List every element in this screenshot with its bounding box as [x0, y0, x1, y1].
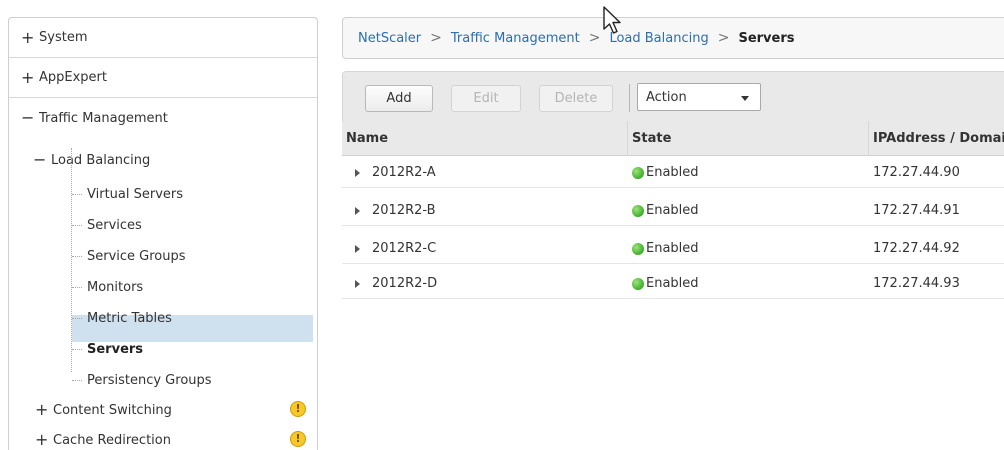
- table-row[interactable]: 2012R2-D Enabled 172.27.44.93: [342, 268, 1004, 299]
- tree-connector: [72, 349, 82, 350]
- expand-plus-icon[interactable]: +: [35, 402, 49, 418]
- enabled-status-icon: [632, 277, 644, 290]
- server-state: Enabled: [632, 233, 699, 264]
- nav-item-system[interactable]: + System: [9, 18, 317, 58]
- nav-item-service-groups[interactable]: Service Groups: [87, 242, 186, 270]
- state-label: Enabled: [646, 276, 699, 291]
- breadcrumb-separator: >: [717, 30, 730, 46]
- nav-item-label: Traffic Management: [39, 110, 168, 126]
- nav-item-content-switching[interactable]: + Content Switching: [35, 396, 172, 424]
- nav-item-appexpert[interactable]: + AppExpert: [9, 58, 317, 98]
- nav-item-persistency-groups[interactable]: Persistency Groups: [87, 366, 212, 394]
- server-name: 2012R2-C: [372, 241, 437, 256]
- expand-caret-icon[interactable]: [355, 245, 360, 253]
- server-name: 2012R2-A: [372, 165, 436, 180]
- nav-item-services[interactable]: Services: [87, 211, 142, 239]
- action-select-value: Action: [646, 89, 687, 105]
- chevron-down-icon: [741, 96, 749, 101]
- nav-item-label: Monitors: [87, 279, 144, 295]
- breadcrumb-traffic-management[interactable]: Traffic Management: [451, 31, 580, 46]
- nav-item-label: Content Switching: [53, 402, 172, 418]
- server-state: Enabled: [632, 157, 699, 188]
- enabled-status-icon: [632, 166, 644, 179]
- tree-connector: [72, 318, 82, 319]
- nav-item-virtual-servers[interactable]: Virtual Servers: [87, 180, 183, 208]
- state-label: Enabled: [646, 241, 699, 256]
- column-header-ipaddress[interactable]: IPAddress / Domai: [869, 121, 1004, 156]
- nav-item-cache-redirection[interactable]: + Cache Redirection: [35, 426, 171, 450]
- nav-item-label: Persistency Groups: [87, 372, 212, 388]
- tree-connector: [72, 225, 82, 226]
- table-row[interactable]: 2012R2-A Enabled 172.27.44.90: [342, 157, 1004, 188]
- nav-item-label: Virtual Servers: [87, 186, 184, 202]
- warning-icon: !: [290, 401, 306, 417]
- nav-item-metric-tables[interactable]: Metric Tables: [87, 304, 172, 332]
- edit-button[interactable]: Edit: [451, 85, 521, 112]
- toolbar: Add Edit Delete Action: [342, 71, 1004, 121]
- nav-item-label: AppExpert: [39, 70, 107, 85]
- server-ip: 172.27.44.90: [873, 165, 960, 180]
- tree-connector: [72, 194, 82, 195]
- expand-plus-icon[interactable]: +: [21, 69, 35, 86]
- breadcrumb-current: Servers: [738, 30, 795, 46]
- breadcrumb-load-balancing[interactable]: Load Balancing: [609, 31, 708, 46]
- breadcrumb-separator: >: [430, 30, 442, 46]
- server-state: Enabled: [632, 268, 699, 299]
- breadcrumb-separator: >: [588, 30, 601, 46]
- expand-caret-icon[interactable]: [355, 280, 360, 288]
- nav-item-servers[interactable]: Servers: [87, 335, 143, 363]
- tree-connector-line: [71, 148, 72, 372]
- tree-connector: [72, 287, 82, 288]
- enabled-status-icon: [632, 204, 644, 217]
- server-name: 2012R2-B: [372, 203, 436, 218]
- nav-item-label: System: [39, 30, 88, 45]
- expand-caret-icon[interactable]: [355, 207, 360, 215]
- expand-plus-icon[interactable]: +: [35, 432, 49, 448]
- breadcrumb-netscaler[interactable]: NetScaler: [358, 31, 421, 46]
- mouse-cursor-icon: [603, 6, 621, 34]
- add-button[interactable]: Add: [365, 85, 433, 112]
- table-header: Name State IPAddress / Domai: [342, 121, 1004, 156]
- nav-item-traffic-management[interactable]: − Traffic Management: [9, 98, 317, 138]
- column-header-state[interactable]: State: [628, 121, 868, 156]
- server-ip: 172.27.44.92: [873, 241, 960, 256]
- enabled-status-icon: [632, 242, 644, 255]
- toolbar-divider: [629, 84, 630, 112]
- nav-item-label: Metric Tables: [87, 310, 172, 326]
- table-row[interactable]: 2012R2-B Enabled 172.27.44.91: [342, 195, 1004, 226]
- nav-item-label: Service Groups: [87, 248, 186, 264]
- nav-item-label: Services: [87, 217, 142, 233]
- collapse-minus-icon[interactable]: −: [21, 110, 35, 126]
- column-header-name[interactable]: Name: [342, 121, 627, 156]
- table-row[interactable]: 2012R2-C Enabled 172.27.44.92: [342, 233, 1004, 264]
- expand-plus-icon[interactable]: +: [21, 29, 35, 46]
- server-state: Enabled: [632, 195, 699, 226]
- tree-connector: [72, 256, 82, 257]
- nav-item-label: Servers: [87, 341, 144, 357]
- server-name: 2012R2-D: [372, 276, 438, 291]
- server-ip: 172.27.44.93: [873, 276, 960, 291]
- collapse-minus-icon[interactable]: −: [33, 152, 47, 168]
- nav-item-load-balancing[interactable]: − Load Balancing: [33, 146, 150, 174]
- action-select[interactable]: Action: [637, 83, 761, 111]
- state-label: Enabled: [646, 203, 699, 218]
- nav-item-label: Load Balancing: [51, 152, 151, 168]
- nav-item-monitors[interactable]: Monitors: [87, 273, 143, 301]
- warning-icon: !: [290, 431, 306, 447]
- state-label: Enabled: [646, 165, 699, 180]
- tree-connector: [72, 380, 82, 381]
- delete-button[interactable]: Delete: [539, 85, 613, 112]
- nav-item-label: Cache Redirection: [53, 432, 171, 448]
- expand-caret-icon[interactable]: [355, 169, 360, 177]
- breadcrumb: NetScaler > Traffic Management > Load Ba…: [342, 17, 1004, 59]
- server-ip: 172.27.44.91: [873, 203, 960, 218]
